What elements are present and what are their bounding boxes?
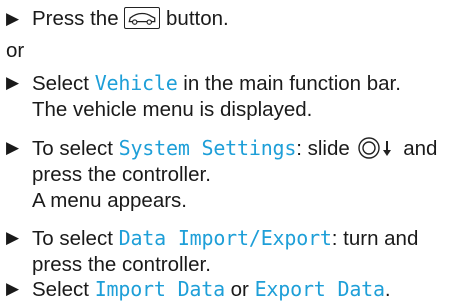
step-text: Select (32, 278, 89, 301)
bullet-arrow: ▶ (6, 279, 20, 298)
step-text: To select (32, 137, 113, 160)
step-text: : slide (296, 137, 350, 160)
or-separator: or (6, 39, 25, 62)
bullet-arrow: ▶ (6, 228, 20, 247)
menu-item-export-data: Export Data (254, 277, 385, 301)
step-text: in the main function bar. (183, 72, 401, 95)
bullet-arrow: ▶ (6, 138, 20, 157)
menu-item-data-import-export: Data Import/Export (118, 226, 332, 250)
menu-item-import-data: Import Data (94, 277, 225, 301)
car-button-icon (124, 6, 161, 29)
step-select-import-or-export: ▶ Select Import Data or Export Data. (6, 276, 445, 303)
step-line: ▶ To select System Settings: slide and (6, 135, 445, 162)
step-text: Select (32, 72, 89, 95)
step-select-data-import-export: ▶ To select Data Import/Export: turn and… (6, 225, 445, 278)
controller-slide-down-icon (356, 136, 398, 160)
step-select-vehicle: ▶ Select Vehicle in the main function ba… (6, 70, 445, 123)
bullet-arrow: ▶ (6, 9, 20, 28)
step-select-system-settings: ▶ To select System Settings: slide and p… (6, 135, 445, 214)
step-text: button. (166, 7, 229, 30)
bullet-arrow: ▶ (6, 73, 20, 92)
step-result: The vehicle menu is displayed. (32, 98, 313, 121)
menu-item-vehicle: Vehicle (94, 71, 178, 95)
step-instruction: press the controller. (32, 163, 211, 186)
step-result: A menu appears. (32, 189, 187, 212)
step-line: ▶ Press the button. (6, 6, 445, 32)
step-line: ▶ Select Import Data or Export Data. (6, 276, 445, 303)
step-text: Press the (32, 7, 119, 30)
step-instruction: press the controller. (32, 253, 211, 276)
step-line: ▶ To select Data Import/Export: turn and (6, 225, 445, 252)
instruction-page: ▶ Press the button. or ▶ Select Vehicle … (0, 0, 449, 303)
menu-item-system-settings: System Settings (118, 136, 297, 160)
step-text: . (384, 278, 391, 301)
step-text: To select (32, 227, 113, 250)
step-press-car-button: ▶ Press the button. (6, 6, 445, 32)
step-line: ▶ Select Vehicle in the main function ba… (6, 70, 445, 97)
step-text: or (230, 278, 249, 301)
step-text: : turn and (331, 227, 419, 250)
step-text: and (403, 137, 438, 160)
